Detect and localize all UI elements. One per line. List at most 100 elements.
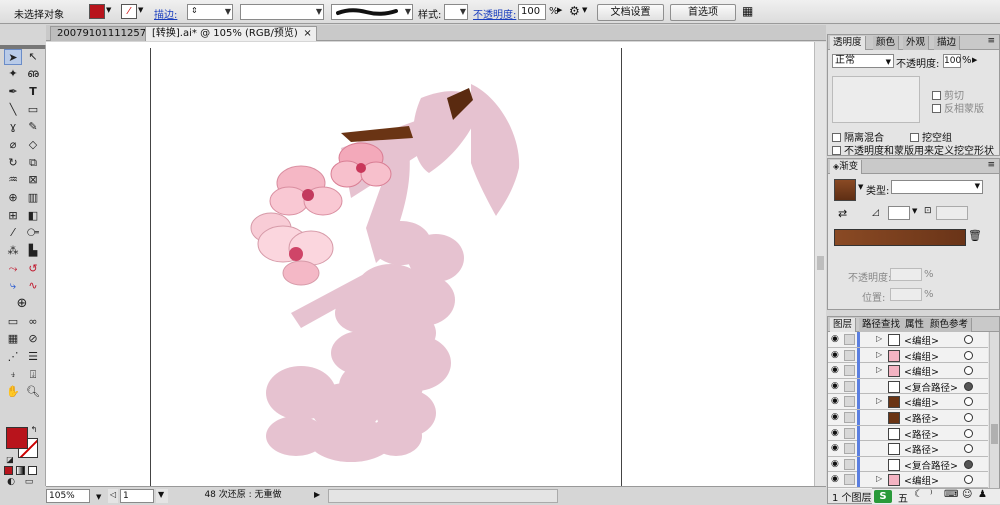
visibility-eye-icon[interactable]: ◉ (831, 334, 842, 345)
lock-toggle[interactable] (844, 427, 855, 439)
tshirt-icon[interactable]: ♟ (978, 489, 987, 500)
preferences-button[interactable]: 首选项 (670, 4, 736, 21)
draw-mode-icon[interactable]: ◐ (4, 477, 18, 487)
stop-opacity-field[interactable] (890, 268, 922, 281)
visibility-eye-icon[interactable]: ◉ (831, 396, 842, 407)
user-icon[interactable]: ☺ (962, 489, 972, 500)
symbol-sprayer-tool-icon[interactable]: ⁂ (4, 243, 22, 259)
transparency-opacity-dropdown-icon[interactable]: ▶ (972, 56, 977, 64)
visibility-eye-icon[interactable]: ◉ (831, 412, 842, 423)
recolor-dropdown-icon[interactable]: ▼ (582, 6, 587, 14)
target-icon[interactable] (964, 397, 973, 407)
tab-color-guide[interactable]: 颜色参考 (927, 318, 973, 332)
mesh-tool-icon[interactable]: ⊞ (4, 208, 22, 224)
expand-arrow-icon[interactable]: ▷ (876, 474, 882, 483)
lock-toggle[interactable] (844, 349, 855, 361)
eraser-tool-icon[interactable]: ◇ (24, 137, 42, 153)
lock-toggle[interactable] (844, 396, 855, 408)
panel-menu-icon[interactable]: ≡ (987, 36, 995, 46)
layer-row[interactable]: ◉ <路径> (828, 425, 988, 442)
layer-row[interactable]: ◉ ▷ <编组> (828, 332, 988, 348)
magic-wand-tool-icon[interactable]: ✦ (4, 66, 22, 82)
type-tool-icon[interactable]: T (24, 84, 42, 100)
layer-row[interactable]: ◉ <复合路径> (828, 456, 988, 473)
visibility-eye-icon[interactable]: ◉ (831, 474, 842, 485)
lock-toggle[interactable] (844, 365, 855, 377)
artboard-tool-icon[interactable]: ▦ (4, 331, 22, 347)
visibility-eye-icon[interactable]: ◉ (831, 350, 842, 361)
target-icon[interactable] (964, 428, 973, 438)
layer-row[interactable]: ◉ ▷ <编组> (828, 347, 988, 364)
target-icon[interactable] (964, 444, 973, 454)
tab-appearance[interactable]: 外观 (903, 36, 930, 50)
ime-mode[interactable]: 五 (898, 490, 908, 505)
lasso-tool-icon[interactable]: ഌ (24, 66, 42, 82)
opacity-link[interactable]: 不透明度: (473, 6, 516, 21)
gradient-mode-icon[interactable] (16, 466, 25, 475)
tab-pathfinder[interactable]: 路径查找 (859, 318, 905, 332)
layer-row[interactable]: ◉ ▷ <编组> (828, 363, 988, 379)
gradient-swatch[interactable] (834, 179, 856, 201)
vertical-scrollbar[interactable] (814, 42, 826, 486)
perspective-grid-tool-icon[interactable]: ▥ (24, 190, 42, 206)
expand-arrow-icon[interactable]: ▷ (876, 396, 882, 405)
layer-row[interactable]: ◉ <路径> (828, 410, 988, 426)
direct-selection-tool-icon[interactable]: ↖ (24, 49, 42, 65)
column-graph-tool-icon[interactable]: ▙ (24, 243, 42, 259)
moon-icon[interactable]: ☾ (914, 489, 923, 500)
align-tool-icon[interactable]: ☰ (24, 349, 42, 365)
swap-fill-stroke-icon[interactable]: ↰ (28, 422, 40, 438)
zoom-field[interactable]: 105% (46, 489, 90, 503)
layer-row[interactable]: ◉ ▷ <编组> (828, 394, 988, 410)
zoom-tool-icon[interactable]: 🔍︎ (24, 384, 42, 400)
layer-row[interactable]: ◉ <路径> (828, 441, 988, 457)
first-artboard-icon[interactable]: ◁ (108, 489, 118, 503)
expand-arrow-icon[interactable]: ▷ (876, 334, 882, 343)
blend-mode-select[interactable]: 正常 ▼ (832, 54, 894, 68)
eyedropper-tool-icon[interactable]: ⁄ (4, 225, 22, 241)
blend-tool-icon[interactable]: ⧃ (24, 225, 42, 241)
gradient-angle-field[interactable] (888, 206, 910, 220)
lock-toggle[interactable] (844, 474, 855, 486)
delete-stop-icon[interactable]: 🗑︎ (968, 229, 982, 242)
target-icon[interactable] (964, 350, 973, 360)
opacity-field[interactable]: 100 (518, 4, 546, 20)
target-icon[interactable] (964, 475, 973, 485)
pencil-tool-icon[interactable]: ✎ (24, 119, 42, 135)
stop-location-field[interactable] (890, 288, 922, 301)
anchor-tool-icon[interactable]: ⤷ (4, 278, 22, 294)
scale-tool-icon[interactable]: ⧉ (24, 155, 42, 171)
tab-layers[interactable]: 图层 (830, 318, 857, 332)
fill-color-swatch[interactable] (6, 427, 28, 449)
free-transform-tool-icon[interactable]: ⊠ (24, 172, 42, 188)
expand-arrow-icon[interactable]: ▷ (876, 365, 882, 374)
path-tool-icon[interactable]: ⋰ (4, 349, 22, 365)
lock-toggle[interactable] (844, 380, 855, 392)
shape-builder-tool-icon[interactable]: ⊕ (4, 190, 22, 206)
none-mode-icon[interactable] (28, 466, 37, 475)
blob-brush-tool-icon[interactable]: ⌀ (4, 137, 22, 153)
hand-tool-icon[interactable]: ✋ (4, 384, 22, 400)
lock-toggle[interactable] (844, 443, 855, 455)
status-menu-icon[interactable]: ▶ (312, 489, 322, 503)
artboard-number-field[interactable]: 1 (120, 489, 154, 503)
rotate-tool-icon[interactable]: ↻ (4, 155, 22, 171)
gradient-angle-dropdown-icon[interactable]: ▼ (912, 207, 917, 215)
pen-tool-icon[interactable]: ✒ (4, 84, 22, 100)
stroke-none-swatch[interactable]: ⁄ (121, 4, 137, 19)
expand-arrow-icon[interactable]: ▷ (876, 350, 882, 359)
width-tool-icon[interactable]: ⤳ (4, 261, 22, 277)
fill-swatch[interactable] (89, 4, 105, 19)
target-icon[interactable] (964, 366, 973, 376)
tab-stroke[interactable]: 描边 (934, 36, 961, 50)
live-paint-tool-icon[interactable]: ⊘ (24, 331, 42, 347)
tab-color[interactable]: 颜色 (873, 36, 900, 50)
screen-mode-icon[interactable]: ▭ (22, 477, 36, 487)
lock-toggle[interactable] (844, 334, 855, 345)
document-setup-button[interactable]: 文档设置 (597, 4, 664, 21)
reverse-gradient-icon[interactable]: ⇄ (838, 207, 847, 220)
target-icon[interactable] (964, 335, 973, 344)
brush-definition[interactable]: ▼ (331, 4, 413, 20)
gradient-tool-icon[interactable]: ◧ (24, 208, 42, 224)
punctuation-icon[interactable]: ⁾ (930, 489, 932, 500)
